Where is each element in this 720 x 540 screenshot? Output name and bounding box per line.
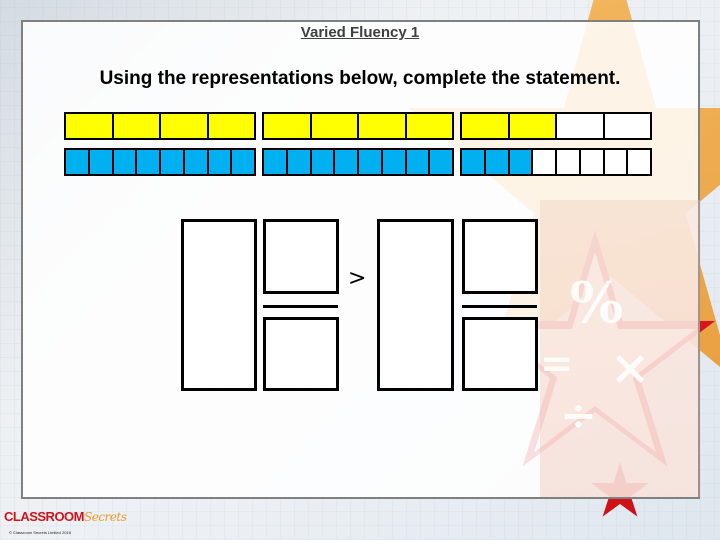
shaded-part [485,150,510,174]
shaded-part [66,150,90,174]
shaded-part [311,150,336,174]
shaded-part [406,114,452,138]
shaded-part [264,114,312,138]
bar-whole-3 [460,112,652,140]
unshaded-part [628,150,650,174]
shaded-part [406,150,431,174]
shaded-part [509,114,557,138]
right-numerator-box[interactable] [462,219,538,294]
bar-whole-2 [262,112,454,140]
shaded-part [161,150,185,174]
unshaded-part [604,150,629,174]
shaded-part [113,114,161,138]
shaded-part [113,150,138,174]
slide-panel [21,20,700,499]
unshaded-part [557,150,581,174]
shaded-part [184,150,209,174]
shaded-part [311,114,359,138]
unshaded-part [557,114,605,138]
shaded-part [89,150,114,174]
unshaded-part [580,150,605,174]
blue-bar-model [64,148,652,176]
shaded-part [359,114,407,138]
shaded-part [430,150,452,174]
shaded-part [335,150,359,174]
shaded-part [208,150,233,174]
shaded-part [208,114,254,138]
left-whole-number-box[interactable] [181,219,257,391]
copyright-text: © Classroom Secrets Limited 2018 [9,530,71,535]
shaded-part [287,150,312,174]
instruction-text: Using the representations below, complet… [99,68,621,89]
left-fraction-bar [263,305,338,308]
bar-whole-1 [64,112,256,140]
logo-secondary-text: Secrets [84,510,127,524]
shaded-part [382,150,407,174]
shaded-part [509,150,534,174]
slide-title: Varied Fluency 1 [300,24,420,41]
shaded-part [137,150,161,174]
shaded-part [161,114,209,138]
right-whole-number-box[interactable] [377,219,454,391]
shaded-part [66,114,114,138]
shaded-part [359,150,383,174]
right-fraction-bar [462,305,537,308]
comparison-symbol: > [348,266,367,291]
left-denominator-box[interactable] [263,317,339,391]
bar-whole-1 [64,148,256,176]
classroom-secrets-logo: CLASSROOMSecrets [4,509,127,524]
shaded-part [232,150,254,174]
unshaded-part [604,114,650,138]
shaded-part [462,150,486,174]
shaded-part [462,114,510,138]
left-numerator-box[interactable] [263,219,339,294]
yellow-bar-model [64,112,652,140]
right-denominator-box[interactable] [462,317,538,391]
logo-primary-text: CLASSROOM [4,509,85,524]
bar-whole-2 [262,148,454,176]
bar-whole-3 [460,148,652,176]
shaded-part [264,150,288,174]
unshaded-part [533,150,557,174]
